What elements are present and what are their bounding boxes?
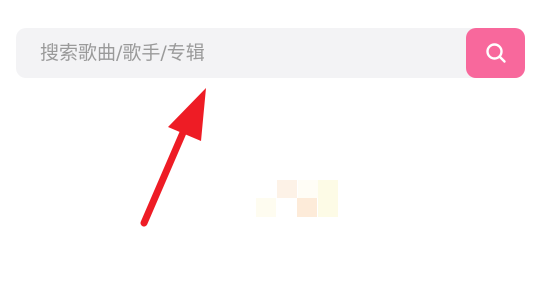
loading-placeholder-icon [256, 180, 338, 218]
search-bar [16, 28, 525, 78]
search-button[interactable] [466, 28, 525, 78]
search-icon [485, 43, 506, 63]
search-input[interactable] [16, 28, 466, 78]
